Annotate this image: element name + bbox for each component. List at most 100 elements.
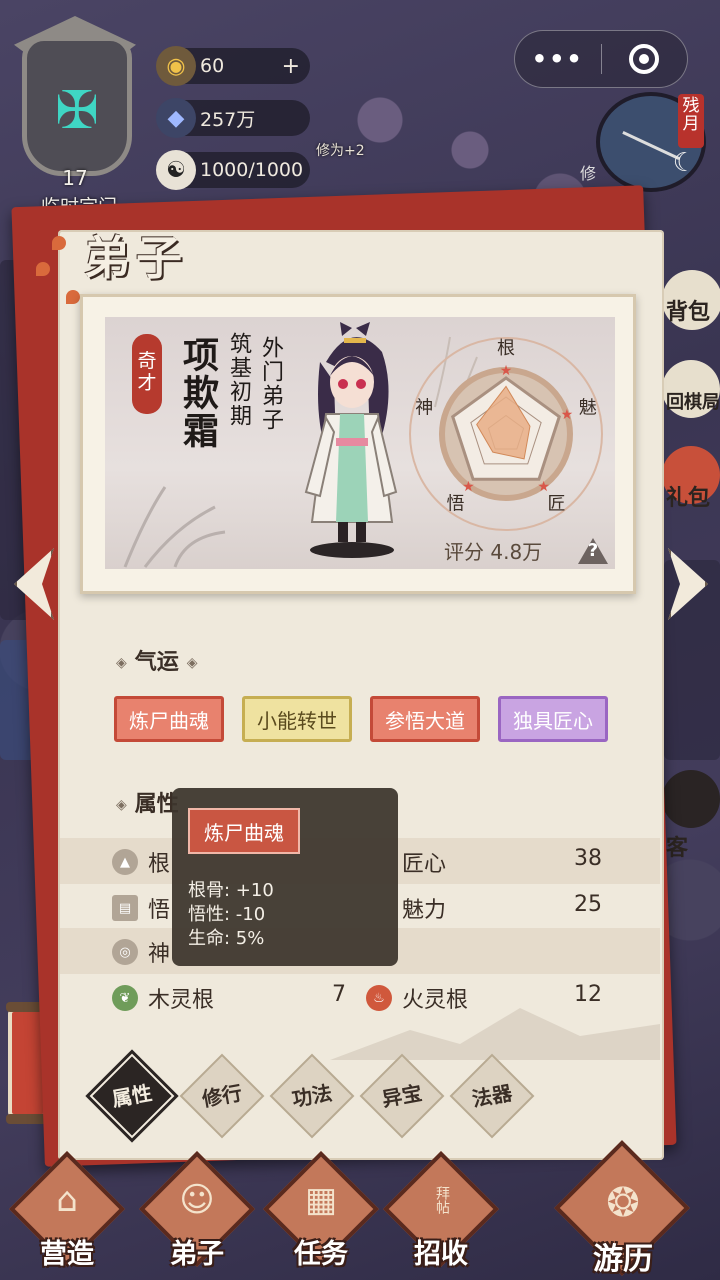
pavilion-glyph-icon: ⌂ [56,1180,78,1220]
attribute-charm: 魅力 [402,892,446,924]
aptitude-radar: 根★魅★匠★悟★神 [409,337,603,531]
dial-hand [622,131,680,160]
nav-tasks[interactable]: ▦ 任务 [256,1150,386,1280]
attribute-root: ▲ 根 [112,846,170,878]
nav-travel[interactable]: ❂ 游历 [548,1140,698,1280]
radar-label: 匠 [548,494,566,515]
attribute-craft: 匠心 [402,846,446,878]
fortune-tag-4[interactable]: 独具匠心 [498,696,608,742]
attribute-wood-root-label: 木灵根 [148,988,215,1013]
scroll-glyph-icon: ▦ [304,1180,338,1220]
disciple-sprite [304,322,398,558]
fortune-heading: ◈ 气运 ◈ [108,644,206,676]
attribute-charm-value: 25 [574,892,602,917]
nav-disciples-label: 弟子 [170,1239,224,1270]
sect-badge[interactable]: ✠ 17 临时宗门 [14,14,136,218]
nav-disciples[interactable]: ☺ 弟子 [132,1150,262,1280]
attribute-insight: ▤ 悟 [112,892,170,924]
journey-glyph-icon: ❂ [606,1180,640,1226]
tab-artifacts[interactable]: 法器 [457,1061,527,1131]
score-value: 4.8万 [490,540,543,564]
moon-phase-badge: 残月 [678,94,704,148]
side-menu-chess[interactable]: 回棋局 [662,360,720,418]
add-gold-button[interactable]: + [282,54,300,79]
side-menu-gift[interactable]: 礼包 [662,446,720,511]
qi-resource-bar[interactable]: ☯ 1000/1000 [156,150,310,190]
side-menu-guest[interactable]: 客 [662,770,720,861]
radar-star-icon: ★ [500,363,513,379]
side-menu-bag[interactable]: 背包 [662,270,720,330]
radar-star-icon: ★ [561,407,574,423]
sect-emblem-icon: ✠ [55,81,99,141]
fortune-heading-label: 气运 [134,649,179,675]
fortune-tag-3[interactable]: 参悟大道 [370,696,480,742]
side-menu-guest-label: 客 [666,836,689,861]
close-miniprogram-button[interactable] [602,31,688,87]
nav-tasks-label: 任务 [294,1239,348,1270]
radar-label: 神 [415,397,433,418]
attributes-heading: ◈ 属性 [108,786,179,818]
bottom-navigation: ⌂ 营造 ☺ 弟子 ▦ 任务 拜帖 招收 ❂ 游历 [0,1140,720,1280]
radar-label: 悟 [446,494,464,515]
spirit-stone-icon: ◆ [156,98,196,138]
nav-travel-label: 游历 [593,1242,653,1277]
gold-amount: 60 [200,55,225,77]
mountain-decoration [330,1008,660,1060]
attribute-craft-value: 38 [574,846,602,871]
attribute-charm-label: 魅力 [402,898,447,923]
dial-label: 修 [580,164,597,183]
radar-label: 魅 [579,397,597,418]
fortune-tooltip: 炼尸曲魂 根骨: +10 悟性: -10 生命: 5% [172,788,398,966]
side-menu-gift-label: 礼包 [666,486,711,511]
attribute-insight-label: 悟 [148,898,171,923]
diamond-ornament-icon: ◈ [186,655,198,671]
gold-ingot-icon: ◉ [156,46,196,86]
diamond-ornament-icon: ◈ [116,797,127,813]
radar-star-icon: ★ [462,479,475,495]
disciple-name: 项欺霜 [177,336,219,450]
crescent-moon-icon: ☾ [672,148,696,178]
attribute-spirit: ◎ 神 [112,936,170,968]
score-label: 评分 [444,540,484,564]
nav-build-label: 营造 [40,1239,94,1270]
radar-label: 根 [497,338,515,359]
nav-build[interactable]: ⌂ 营造 [2,1150,132,1280]
plum-blossom-icon [66,290,80,304]
disciple-rank: 外门弟子 [258,336,283,432]
wood-leaf-icon: ❦ [112,985,138,1011]
fortune-tag-1[interactable]: 炼尸曲魂 [114,696,224,742]
score-display: 评分 4.8万 [444,536,542,565]
nav-recruit[interactable]: 拜帖 招收 [376,1150,506,1280]
disciples-glyph-icon: ☺ [179,1180,215,1220]
tab-cultivation[interactable]: 修行 [187,1061,257,1131]
attribute-root-label: 根 [148,852,171,877]
attribute-spirit-label: 神 [148,942,171,967]
more-dots-icon: ••• [531,45,584,73]
plum-blossom-icon [36,262,50,276]
yin-yang-icon: ☯ [156,150,196,190]
more-options-button[interactable]: ••• [515,31,601,87]
tooltip-line: 悟性: -10 [188,904,266,925]
insight-book-icon: ▤ [112,895,138,921]
side-menu-bag-label: 背包 [666,300,711,325]
tab-techniques[interactable]: 功法 [277,1061,347,1131]
spirit-stone-amount: 257万 [200,108,256,131]
spirit-swirl-icon: ◎ [112,939,138,965]
attribute-wood-root: ❦ 木灵根 [112,982,214,1014]
cultivation-bonus-text: 修为+2 [316,143,365,159]
talent-badge: 奇才 [132,334,162,414]
gold-resource-bar[interactable]: ◉ 60 + [156,46,310,86]
target-ring-icon [629,44,660,74]
qi-amount: 1000/1000 [200,159,304,181]
tab-attributes[interactable]: 属性 [97,1061,167,1131]
diamond-ornament-icon: ◈ [116,655,127,671]
guest-icon [662,770,720,828]
tooltip-title: 炼尸曲魂 [188,808,300,854]
fortune-tag-2[interactable]: 小能转世 [242,696,352,742]
spirit-stone-resource-bar[interactable]: ◆ 257万 [156,98,310,138]
tab-treasures[interactable]: 异宝 [367,1061,437,1131]
root-bone-icon: ▲ [112,849,138,875]
nav-recruit-label: 招收 [414,1239,468,1270]
miniprogram-capsule: ••• [514,30,688,88]
tooltip-line: 根骨: +10 [188,880,274,901]
